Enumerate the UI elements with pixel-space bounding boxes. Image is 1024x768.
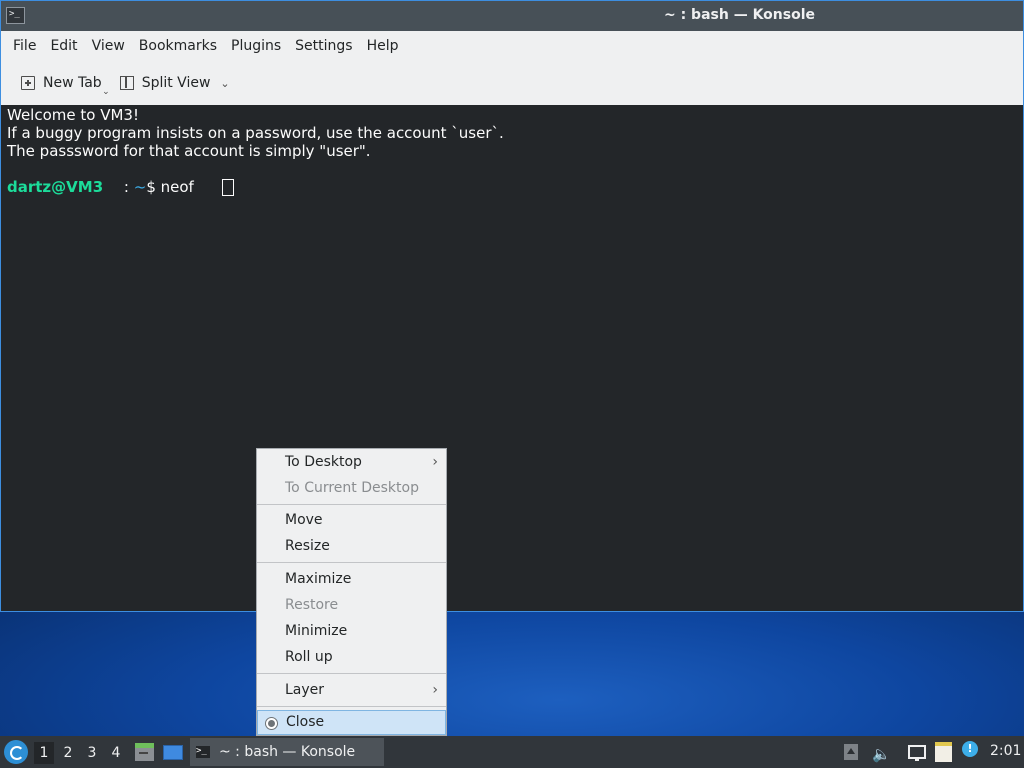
menu-item-maximize[interactable]: Maximize [257, 566, 446, 592]
tray-expand-icon[interactable] [844, 744, 858, 760]
menu-file[interactable]: File [6, 38, 43, 54]
menu-item-resize[interactable]: Resize [257, 533, 446, 559]
desktop-switch-2[interactable]: 2 [58, 742, 78, 764]
menu-item-label: To Current Desktop [285, 480, 419, 496]
split-view-icon [119, 76, 134, 90]
menu-item-label: Layer [285, 682, 325, 698]
prompt-symbol: $ [146, 178, 161, 196]
chevron-down-icon[interactable]: ⌄ [220, 77, 229, 90]
chevron-right-icon: › [432, 454, 438, 470]
toolbar: New Tab ⌄ Split View ⌄ [1, 61, 1023, 105]
window-titlebar[interactable]: >_ ~ : bash — Konsole [1, 1, 1023, 31]
menu-separator [257, 673, 446, 674]
menu-edit[interactable]: Edit [43, 38, 84, 54]
menu-item-label: Restore [285, 597, 339, 613]
window-context-menu: To Desktop › To Current Desktop Move Res… [256, 448, 447, 736]
clock[interactable]: 2:01 [990, 743, 1021, 759]
text-cursor [221, 179, 234, 196]
volume-icon[interactable]: 🔈 [872, 745, 891, 763]
prompt-line: dartz@VM3 : ~$ neof [7, 178, 1023, 196]
new-tab-label: New Tab [43, 75, 102, 91]
radio-icon [265, 717, 278, 730]
clipboard-icon[interactable] [935, 742, 952, 762]
taskbar-item-konsole[interactable]: >_ ~ : bash — Konsole [190, 738, 384, 766]
menu-item-label: Minimize [285, 623, 348, 639]
menu-item-layer[interactable]: Layer › [257, 677, 446, 703]
konsole-window: >_ ~ : bash — Konsole File Edit View Boo… [0, 0, 1024, 612]
menu-item-close[interactable]: Close [257, 710, 446, 735]
menu-help[interactable]: Help [360, 38, 406, 54]
file-manager-icon[interactable] [135, 743, 154, 761]
chevron-right-icon: › [432, 682, 438, 698]
prompt-separator: : [119, 178, 134, 196]
terminal-line: The passsword for that account is simply… [7, 142, 371, 160]
window-title: ~ : bash — Konsole [663, 7, 815, 23]
chevron-down-icon: ⌄ [102, 87, 110, 97]
menu-item-roll-up[interactable]: Roll up [257, 644, 446, 670]
notification-icon[interactable]: ! [962, 741, 978, 757]
desktop-switch-4[interactable]: 4 [106, 742, 126, 764]
new-tab-button[interactable]: New Tab ⌄ [15, 75, 110, 97]
terminal-line: If a buggy program insists on a password… [7, 124, 504, 142]
menu-item-label: Roll up [285, 649, 333, 665]
terminal-line: Welcome to VM3! [7, 106, 139, 124]
split-view-label: Split View [141, 75, 211, 91]
menu-item-label: Resize [285, 538, 330, 554]
terminal-icon[interactable]: >_ [6, 7, 25, 24]
desktop-switch-3[interactable]: 3 [82, 742, 102, 764]
show-desktop-icon[interactable] [163, 745, 183, 760]
menu-item-minimize[interactable]: Minimize [257, 618, 446, 644]
menu-view[interactable]: View [85, 38, 132, 54]
menu-bookmarks[interactable]: Bookmarks [132, 38, 224, 54]
menu-item-restore[interactable]: Restore [257, 592, 446, 618]
menu-item-label: To Desktop [285, 454, 362, 470]
menu-item-label: Maximize [285, 571, 352, 587]
terminal-area[interactable]: Welcome to VM3! If a buggy program insis… [1, 105, 1023, 611]
menu-item-move[interactable]: Move [257, 507, 446, 533]
menu-separator [257, 504, 446, 505]
prompt-user: dartz@VM3 [7, 178, 104, 196]
menubar: File Edit View Bookmarks Plugins Setting… [1, 31, 1023, 61]
taskbar-item-label: ~ : bash — Konsole [219, 744, 356, 760]
network-icon[interactable] [908, 745, 926, 761]
taskbar: 1 2 3 4 >_ ~ : bash — Konsole 🔈 ! 2:01 [0, 736, 1024, 768]
split-view-button[interactable]: Split View ⌄ [114, 75, 236, 91]
menu-separator [257, 706, 446, 707]
desktop-switch-1[interactable]: 1 [34, 742, 54, 764]
menu-item-label: Move [285, 512, 323, 528]
prompt-path: ~ [133, 178, 147, 196]
menu-separator [257, 562, 446, 563]
terminal-icon: >_ [196, 746, 210, 758]
menu-plugins[interactable]: Plugins [224, 38, 288, 54]
command-text: neof [160, 178, 194, 196]
menu-item-to-desktop[interactable]: To Desktop › [257, 449, 446, 475]
application-menu-icon[interactable] [4, 740, 28, 764]
new-tab-icon [21, 76, 35, 90]
menu-item-label: Close [286, 714, 325, 730]
menu-item-to-current-desktop[interactable]: To Current Desktop [257, 475, 446, 501]
menu-settings[interactable]: Settings [288, 38, 359, 54]
